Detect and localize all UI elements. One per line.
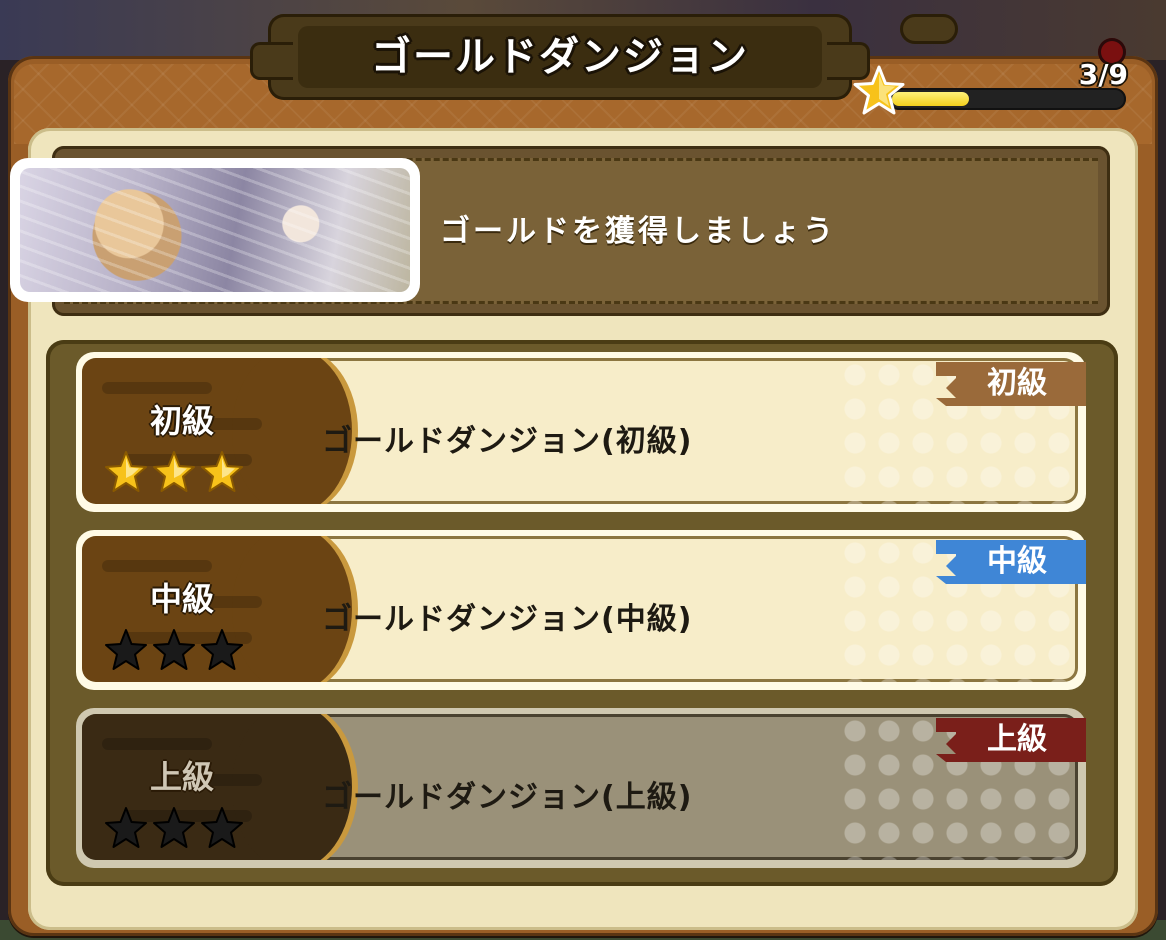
star-icon <box>153 807 195 848</box>
dungeon-name: ゴールドダンジョン(中級) <box>322 602 693 637</box>
rank-stars <box>104 806 264 850</box>
dungeon-card[interactable]: 初級ゴールドダンジョン(初級) 初級 <box>76 352 1086 512</box>
star-icon <box>201 451 243 492</box>
star-icon <box>105 807 147 848</box>
dungeon-card: 上級ゴールドダンジョン(上級) 上級 <box>76 708 1086 868</box>
difficulty-tag: 上級 <box>916 718 1086 762</box>
rank-label: 上級 <box>149 758 214 796</box>
rank-panel: 初級 <box>82 358 352 504</box>
header-pill <box>900 14 958 44</box>
difficulty-tag: 中級 <box>916 540 1086 584</box>
star-icon <box>201 629 243 670</box>
banner-message: ゴールドを獲得しましょう <box>440 214 836 249</box>
star-icon <box>105 451 147 492</box>
star-icon <box>153 451 195 492</box>
rank-panel: 上級 <box>82 714 352 860</box>
rank-panel: 中級 <box>82 536 352 682</box>
star-icon <box>853 65 905 115</box>
dungeon-card[interactable]: 中級ゴールドダンジョン(中級) 中級 <box>76 530 1086 690</box>
dungeon-name: ゴールドダンジョン(初級) <box>322 424 693 459</box>
star-icon <box>105 629 147 670</box>
title-plaque: ゴールドダンジョン <box>250 14 870 100</box>
banner-image <box>10 158 420 302</box>
progress-count: 3/9 <box>1078 58 1128 91</box>
difficulty-tag-label: 中級 <box>987 544 1047 579</box>
rank-stars <box>104 628 264 672</box>
page-title: ゴールドダンジョン <box>371 34 749 80</box>
rank-label: 中級 <box>149 580 214 618</box>
star-icon <box>153 629 195 670</box>
rank-label: 初級 <box>149 402 214 440</box>
difficulty-tag-label: 初級 <box>987 366 1047 401</box>
rank-stars <box>104 450 264 494</box>
difficulty-tag-label: 上級 <box>987 722 1047 757</box>
difficulty-tag: 初級 <box>916 362 1086 406</box>
dungeon-name: ゴールドダンジョン(上級) <box>322 780 693 815</box>
star-icon <box>201 807 243 848</box>
character-art <box>20 168 410 292</box>
